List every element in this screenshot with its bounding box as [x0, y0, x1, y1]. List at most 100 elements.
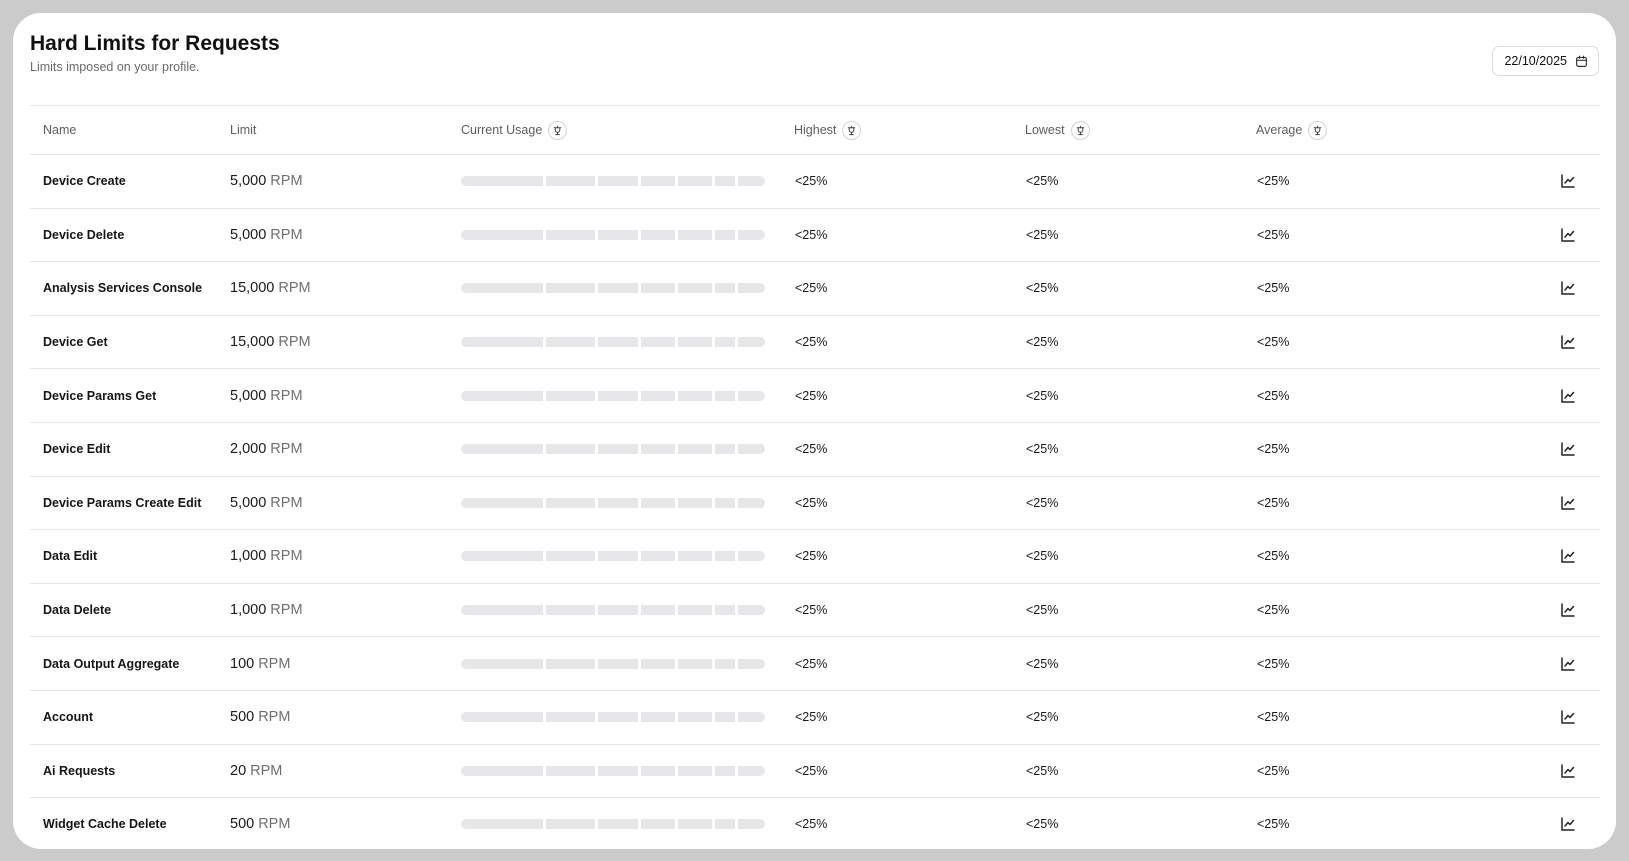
limit-unit: RPM [270, 441, 303, 458]
row-limit: 5,000 RPM [230, 154, 461, 209]
info-icon[interactable] [842, 120, 862, 140]
limit-unit: RPM [270, 602, 303, 619]
calendar-icon [1576, 55, 1587, 67]
row-current-usage [461, 208, 794, 263]
row-limit: 5,000 RPM [230, 208, 461, 263]
row-average: <25% [1257, 817, 1290, 832]
row-limit: 500 RPM [230, 798, 461, 849]
row-average: <25% [1256, 315, 1487, 370]
line-chart-icon[interactable] [1560, 816, 1576, 832]
row-highest: <25% [794, 636, 1025, 691]
usage-bar [461, 497, 780, 508]
row-actions [1487, 690, 1600, 745]
row-average: <25% [1256, 368, 1487, 423]
usage-bar [461, 283, 780, 294]
row-limit: 1,000 RPM [230, 529, 461, 584]
row-highest: <25% [794, 315, 1025, 370]
row-actions [1487, 583, 1600, 638]
line-chart-icon[interactable] [1560, 602, 1576, 618]
limit-unit: RPM [250, 762, 283, 779]
row-current-usage [461, 422, 794, 477]
limit-value: 100 [230, 655, 255, 672]
line-chart-icon[interactable] [1560, 334, 1576, 350]
limits-panel: Hard Limits for Requests Limits imposed … [13, 13, 1616, 849]
limit-unit: RPM [258, 655, 291, 672]
line-chart-icon[interactable] [1560, 709, 1576, 725]
row-current-usage [461, 529, 794, 584]
usage-bar [461, 765, 780, 776]
row-actions [1487, 315, 1600, 370]
row-limit: 15,000 RPM [230, 261, 461, 316]
row-highest: <25% [794, 154, 1025, 209]
row-current-usage [461, 744, 794, 799]
row-limit: 20 RPM [230, 744, 461, 799]
row-actions [1487, 368, 1600, 423]
row-limit: 15,000 RPM [230, 315, 461, 370]
row-average: <25% [1256, 636, 1487, 691]
info-icon[interactable] [548, 120, 568, 140]
row-name: Device Edit [30, 422, 230, 477]
row-highest: <25% [794, 744, 1025, 799]
row-highest: <25% [794, 529, 1025, 584]
row-limit: 2,000 RPM [230, 422, 461, 477]
limit-value: 5,000 [230, 173, 267, 190]
line-chart-icon[interactable] [1560, 173, 1576, 189]
row-lowest: <25% [1025, 690, 1256, 745]
row-current-usage [461, 636, 794, 691]
limit-value: 15,000 [230, 334, 275, 351]
row-lowest: <25% [1025, 368, 1256, 423]
page-title: Hard Limits for Requests [30, 32, 280, 55]
limit-unit: RPM [270, 387, 303, 404]
limit-unit: RPM [258, 709, 291, 726]
table-row: Device Get 15,000 RPM <25% <25% <25% [30, 315, 1600, 370]
usage-bar [461, 605, 780, 616]
line-chart-icon[interactable] [1560, 388, 1576, 404]
row-highest: <25% [794, 690, 1025, 745]
limits-table: Name Limit Current Usage Highest Lowest [30, 105, 1600, 849]
row-average: <25% [1256, 690, 1487, 745]
row-name: Data Delete [30, 583, 230, 638]
row-actions [1487, 798, 1600, 849]
row-average: <25% [1256, 422, 1487, 477]
row-name: Widget Cache Delete [43, 817, 167, 832]
table-row: Data Delete 1,000 RPM <25% <25% <25% [30, 583, 1600, 638]
line-chart-icon[interactable] [1560, 548, 1576, 564]
row-highest: <25% [794, 368, 1025, 423]
date-picker-button[interactable]: 22/10/2025 [1492, 46, 1599, 76]
row-lowest: <25% [1025, 315, 1256, 370]
table-row: Data Edit 1,000 RPM <25% <25% <25% [30, 529, 1600, 584]
row-actions [1487, 476, 1600, 531]
table-row: Device Delete 5,000 RPM <25% <25% <25% [30, 208, 1600, 263]
column-header-lowest: Lowest [1025, 105, 1256, 155]
info-icon[interactable] [1308, 120, 1328, 140]
row-limit: 100 RPM [230, 636, 461, 691]
limit-value: 1,000 [230, 548, 267, 565]
line-chart-icon[interactable] [1560, 280, 1576, 296]
line-chart-icon[interactable] [1560, 227, 1576, 243]
row-name: Account [30, 690, 230, 745]
line-chart-icon[interactable] [1560, 495, 1576, 511]
row-actions [1487, 208, 1600, 263]
line-chart-icon[interactable] [1560, 656, 1576, 672]
usage-bar [461, 658, 780, 669]
limit-value: 500 [230, 709, 255, 726]
info-icon[interactable] [1070, 120, 1090, 140]
table-row: Device Create 5,000 RPM <25% <25% <25% [30, 154, 1600, 209]
column-header-limit: Limit [230, 105, 461, 155]
column-header-name: Name [30, 105, 230, 155]
row-lowest: <25% [1025, 476, 1256, 531]
line-chart-icon[interactable] [1560, 441, 1576, 457]
line-chart-icon[interactable] [1560, 763, 1576, 779]
limit-unit: RPM [270, 548, 303, 565]
row-current-usage [461, 368, 794, 423]
row-actions [1487, 636, 1600, 691]
row-name: Device Params Create Edit [30, 476, 230, 531]
limit-value: 20 [230, 762, 247, 779]
row-lowest: <25% [1025, 744, 1256, 799]
limit-value: 5,000 [230, 226, 267, 243]
row-limit: 5,000 RPM [230, 476, 461, 531]
row-name: Device Get [30, 315, 230, 370]
row-limit: 1,000 RPM [230, 583, 461, 638]
table-row: Device Params Create Edit 5,000 RPM <25% … [30, 476, 1600, 531]
column-header-actions [1487, 105, 1600, 155]
